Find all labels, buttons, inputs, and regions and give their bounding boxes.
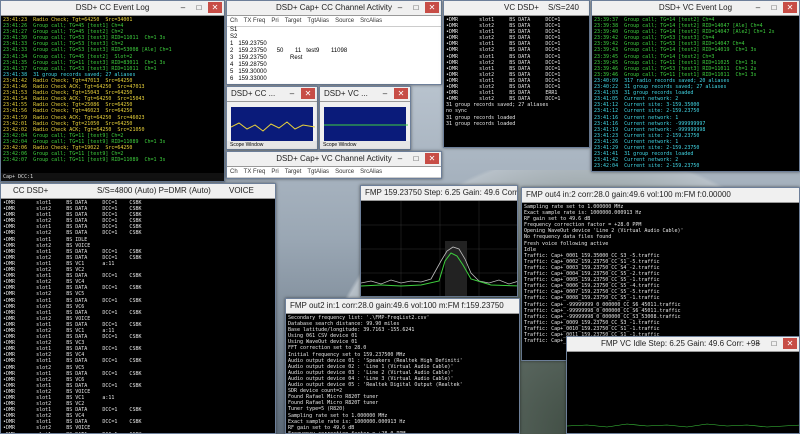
vc-scope-window[interactable]: DSD+ VC ... – ✕ Scope Window	[319, 86, 411, 150]
window-title: FMP 159.23750 Step: 6.25 Gain: 49.6 Corr…	[365, 188, 517, 197]
table-row[interactable]: S1	[227, 27, 441, 34]
minimize-icon[interactable]: –	[393, 2, 407, 13]
close-icon[interactable]: ✕	[783, 338, 797, 349]
title-bar[interactable]: VC DSD+ S/S=240	[444, 1, 589, 16]
log-line: 23:42:04 Current site: 2-159.23750	[594, 163, 700, 170]
column-header[interactable]: Ch	[227, 167, 241, 177]
vc-dsd-window[interactable]: VC DSD+ S/S=240 •DMR slot1 BS DATA DCC=1…	[443, 0, 590, 148]
cc-channel-activity-window[interactable]: DSD+ Cap+ CC Channel Activity – □ ✕ Ch TX F…	[226, 0, 442, 85]
cc-scope-window[interactable]: DSD+ CC ... – ✕ Scope Window	[226, 86, 318, 150]
column-header[interactable]: TX Freq	[241, 16, 269, 26]
log-line: Frequency correction factor = +28.0 PPM	[288, 431, 517, 433]
column-header[interactable]: Ch	[227, 16, 241, 26]
maximize-icon[interactable]: □	[409, 153, 423, 164]
close-icon[interactable]: ✕	[783, 2, 797, 13]
table-row[interactable]: 4 159.28750	[227, 62, 441, 69]
window-title: FMP out4 in:2 corr:28.0 gain:49.6 vol:10…	[526, 190, 731, 199]
title-bar[interactable]: DSD+ CC ... – ✕	[227, 87, 317, 102]
minimize-icon[interactable]: –	[393, 153, 407, 164]
console-text: Secondary frequency list: '.\FMP-FreqLis…	[286, 314, 519, 433]
table-row[interactable]: 5 159.30000	[227, 69, 441, 76]
title-bar[interactable]: DSD+ Cap+ VC Channel Activity – □ ✕	[227, 152, 441, 167]
vc-channel-activity-window[interactable]: DSD+ Cap+ VC Channel Activity – □ ✕ Ch TX F…	[226, 151, 442, 179]
window-title-mode: S/S=4800 (Auto) P=DMR (Auto)	[97, 186, 211, 195]
scope-menu[interactable]: Scope Window	[227, 141, 317, 149]
column-header[interactable]: Pri	[268, 167, 281, 177]
fmp-spectrum-window[interactable]: FMP 159.23750 Step: 6.25 Gain: 49.6 Corr…	[360, 185, 518, 297]
spectrum-display[interactable]	[361, 201, 517, 296]
column-header[interactable]: Pri	[268, 16, 281, 26]
close-icon[interactable]: ✕	[208, 2, 222, 13]
table-row[interactable]: 2 159.23750 50 11 test9 11098	[227, 48, 441, 55]
column-header[interactable]: SrcAlias	[357, 16, 385, 26]
table-row[interactable]: 1 159.23750	[227, 41, 441, 48]
column-header[interactable]: SrcAlias	[357, 167, 385, 177]
log-line: 31 group records loaded	[446, 120, 516, 127]
channel-table-header: Ch TX Freq Pri Target TgtAlias Source SrcAlias	[227, 167, 441, 178]
column-header[interactable]: TgtAlias	[304, 167, 332, 177]
spectrum-display[interactable]	[567, 352, 799, 433]
minimize-icon[interactable]: –	[378, 88, 392, 99]
window-title: FMP VC Idle Step: 6.25 Gain: 49.6 Corr: …	[601, 339, 760, 348]
scope-plot	[324, 107, 408, 141]
maximize-icon[interactable]: □	[767, 338, 781, 349]
table-row[interactable]: S2	[227, 34, 441, 41]
status-bar: Cap+ DCC:1	[1, 173, 224, 181]
window-title-voice: VOICE	[229, 186, 254, 195]
event-log-text: 23:41:23 Radio Check; Tgt=64250 Src=3400…	[1, 16, 224, 173]
channel-table-rows: S1 S2 1 159.23750 2 159.23750 50 11 test9 1…	[227, 27, 441, 83]
window-title: VC DSD+	[504, 3, 539, 12]
fmp-out4-window[interactable]: FMP out4 in:2 corr:28.0 gain:49.6 vol:10…	[521, 187, 800, 361]
minimize-icon[interactable]: –	[751, 338, 765, 349]
minimize-icon[interactable]: –	[285, 88, 299, 99]
scope-menu[interactable]: Scope Window	[320, 141, 410, 149]
window-title: DSD+ CC ...	[231, 89, 276, 98]
table-row[interactable]: 6 159.33000	[227, 76, 441, 83]
title-bar[interactable]: CC DSD+ S/S=4800 (Auto) P=DMR (Auto) VOI…	[1, 184, 275, 199]
cc-dsd-window[interactable]: CC DSD+ S/S=4800 (Auto) P=DMR (Auto) VOI…	[0, 183, 276, 434]
close-icon[interactable]: ✕	[394, 88, 408, 99]
table-row[interactable]: 3 159.23750 Rest	[227, 55, 441, 62]
minimize-icon[interactable]: –	[751, 2, 765, 13]
minimize-icon[interactable]: –	[176, 2, 190, 13]
event-log-text: 23:39:37 Group call; TG=14 [test2] Ch=4 2…	[592, 16, 799, 171]
title-bar[interactable]: DSD+ VC Event Log – □ ✕	[592, 1, 799, 16]
maximize-icon[interactable]: □	[192, 2, 206, 13]
column-header[interactable]: Target	[282, 167, 305, 177]
log-line: •DMR slot1 BS DATA DCC=1 CSBK	[3, 432, 273, 433]
channel-table-header: Ch TX Freq Pri Target TgtAlias Source SrcAlias	[227, 16, 441, 27]
window-title: DSD+ VC ...	[324, 89, 368, 98]
column-header[interactable]: TgtAlias	[304, 16, 332, 26]
vc-event-log-window[interactable]: DSD+ VC Event Log – □ ✕ 23:39:37 Group cal…	[591, 0, 800, 172]
column-header[interactable]: Source	[332, 16, 357, 26]
title-bar[interactable]: FMP VC Idle Step: 6.25 Gain: 49.6 Corr: …	[567, 337, 799, 352]
log-line: 23:42:07 Group call; TG=11 [test9] RID=1…	[3, 157, 166, 164]
close-icon[interactable]: ✕	[425, 153, 439, 164]
title-bar[interactable]: FMP out2 in:1 corr:28.0 gain:49.6 vol:10…	[286, 299, 519, 314]
column-header[interactable]: TX Freq	[241, 167, 269, 177]
column-header[interactable]: Target	[282, 16, 305, 26]
column-header[interactable]: Source	[332, 167, 357, 177]
title-bar[interactable]: FMP 159.23750 Step: 6.25 Gain: 49.6 Corr…	[361, 186, 517, 201]
window-title-status: S/S=240	[548, 3, 579, 12]
title-bar[interactable]: FMP out4 in:2 corr:28.0 gain:49.6 vol:10…	[522, 188, 799, 203]
scope-plot	[231, 107, 315, 141]
title-bar[interactable]: DSD+ Cap+ CC Channel Activity – □ ✕	[227, 1, 441, 16]
close-icon[interactable]: ✕	[425, 2, 439, 13]
fmp-out2-window[interactable]: FMP out2 in:1 corr:28.0 gain:49.6 vol:10…	[285, 298, 520, 434]
maximize-icon[interactable]: □	[409, 2, 423, 13]
cc-event-log-window[interactable]: DSD+ CC Event Log – □ ✕ 23:41:23 Radio Che…	[0, 0, 225, 182]
maximize-icon[interactable]: □	[767, 2, 781, 13]
console-text: •DMR slot1 BS DATA DCC=1 CSBK •DMR slot2 …	[1, 199, 275, 433]
close-icon[interactable]: ✕	[301, 88, 315, 99]
title-bar[interactable]: DSD+ CC Event Log – □ ✕	[1, 1, 224, 16]
window-title: CC DSD+	[13, 186, 49, 195]
console-text: •DMR slot1 BS DATA DCC=1 •DMR slot2 BS DA…	[444, 16, 589, 147]
fmp-vc-window[interactable]: FMP VC Idle Step: 6.25 Gain: 49.6 Corr: …	[566, 336, 800, 434]
title-bar[interactable]: DSD+ VC ... – ✕	[320, 87, 410, 102]
window-title: FMP out2 in:1 corr:28.0 gain:49.6 vol:10…	[290, 301, 504, 310]
